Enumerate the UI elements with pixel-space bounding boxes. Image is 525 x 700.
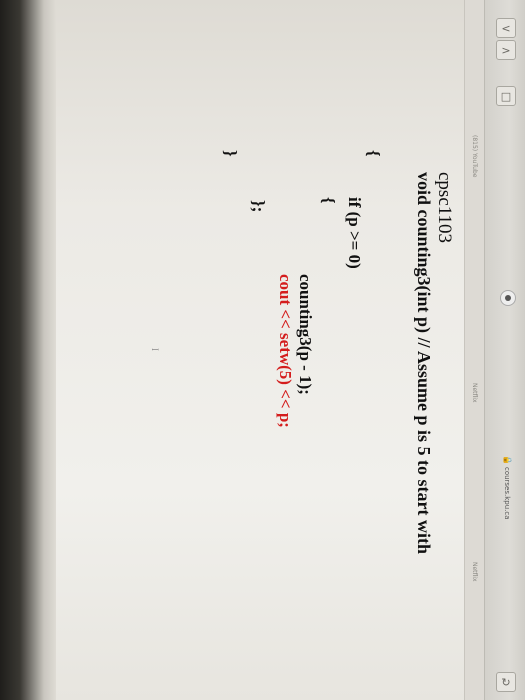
tab-netflix-2[interactable]: Netflix — [471, 562, 478, 582]
inner-open-brace: { — [319, 197, 338, 204]
reload-button[interactable]: ↻ — [496, 672, 516, 692]
course-title: cpsc1103 — [434, 172, 455, 244]
recursive-call: counting3(p - 1); — [296, 274, 315, 395]
if-statement: if (p >= 0) — [345, 197, 364, 269]
address-bar[interactable]: 🔒courses.kpu.ca — [503, 455, 512, 520]
back-button[interactable]: < — [496, 18, 516, 38]
reload-icon: ↻ — [501, 675, 511, 689]
tab-netflix[interactable]: Netflix — [471, 383, 478, 403]
lock-icon: 🔒 — [503, 455, 512, 465]
sidebar-icon: □ — [500, 89, 512, 103]
chevron-left-icon: < — [501, 21, 511, 35]
privacy-button[interactable] — [500, 290, 516, 306]
forward-button[interactable]: > — [496, 40, 516, 60]
tab-strip — [464, 0, 485, 700]
function-signature: void counting3(int p) // Assume p is 5 t… — [414, 172, 434, 555]
outer-open-brace: { — [364, 150, 383, 157]
output-statement: cout << setw(5) << p; — [276, 274, 295, 428]
text-cursor-icon: I — [150, 348, 160, 351]
url-text: courses.kpu.ca — [503, 466, 511, 520]
sidebar-button[interactable]: □ — [496, 86, 516, 106]
outer-close-brace: } — [221, 150, 240, 157]
chevron-right-icon: > — [501, 43, 511, 57]
tab-youtube[interactable]: (815) YouTube — [471, 135, 478, 177]
inner-close-brace: }; — [249, 200, 268, 213]
